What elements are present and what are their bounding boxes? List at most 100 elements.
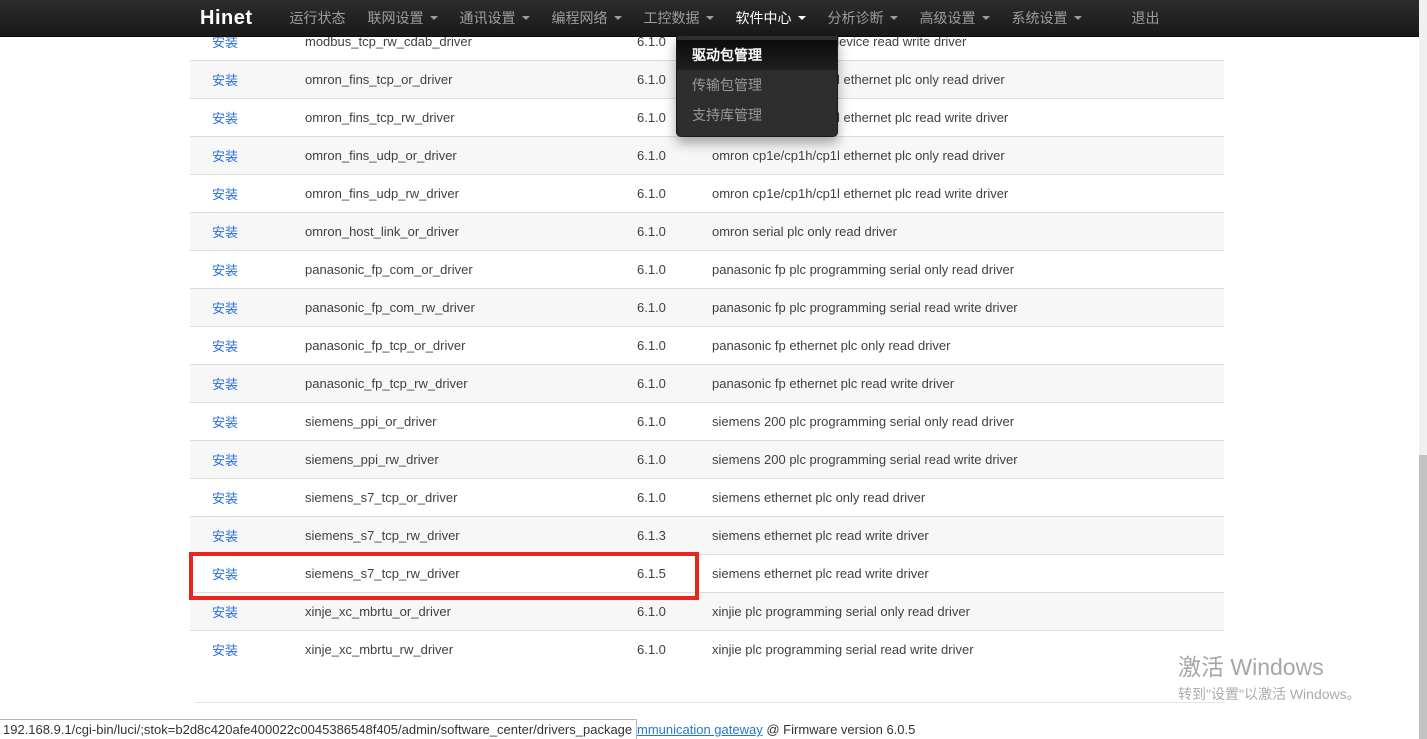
nav-item-logout[interactable]: 退出 (1121, 0, 1171, 36)
nav-item-industrial-data[interactable]: 工控数据 (633, 0, 725, 36)
driver-version: 6.1.0 (637, 452, 712, 467)
install-link[interactable]: 安装 (212, 529, 238, 544)
install-link[interactable]: 安装 (212, 225, 238, 240)
table-row: 安装 panasonic_fp_com_rw_driver 6.1.0 pana… (190, 288, 1224, 326)
nav-label-network-setup: 联网设置 (368, 8, 424, 28)
install-link[interactable]: 安装 (212, 263, 238, 278)
install-link[interactable]: 安装 (212, 301, 238, 316)
install-link[interactable]: 安装 (212, 491, 238, 506)
driver-name: xinje_xc_mbrtu_rw_driver (305, 642, 637, 657)
driver-version: 6.1.0 (637, 300, 712, 315)
chevron-down-icon (890, 16, 898, 20)
top-navbar: Hinet 运行状态 联网设置 通讯设置编程网络工控数据 软件中心 分析诊断 高级设置 系统… (0, 0, 1419, 37)
table-row: 安装 omron_fins_udp_rw_driver 6.1.0 omron … (190, 174, 1224, 212)
nav-label-advanced-settings: 高级设置 (920, 8, 976, 28)
chevron-down-icon (1074, 16, 1082, 20)
driver-version: 6.1.0 (637, 338, 712, 353)
driver-description: omron cp1e/cp1h/cp1l ethernet plc only r… (712, 148, 1224, 163)
install-link[interactable]: 安装 (212, 73, 238, 88)
driver-version: 6.1.0 (637, 262, 712, 277)
dropdown-item-driver-package[interactable]: 驱动包管理 (677, 40, 837, 70)
table-row: 安装 xinje_xc_mbrtu_rw_driver 6.1.0 xinjie… (190, 630, 1224, 668)
driver-name: xinje_xc_mbrtu_or_driver (305, 604, 637, 619)
install-link[interactable]: 安装 (212, 377, 238, 392)
table-row: 安装 xinje_xc_mbrtu_or_driver 6.1.0 xinjie… (190, 592, 1224, 630)
driver-description: siemens 200 plc programming serial read … (712, 452, 1224, 467)
driver-name: siemens_s7_tcp_rw_driver (305, 528, 637, 543)
driver-version: 6.1.0 (637, 186, 712, 201)
driver-version: 6.1.0 (637, 642, 712, 657)
install-link[interactable]: 安装 (212, 149, 238, 164)
nav-item-system-settings[interactable]: 系统设置 (1001, 0, 1093, 36)
driver-version: 6.1.0 (637, 148, 712, 163)
chevron-down-icon (798, 16, 806, 20)
driver-description: siemens 200 plc programming serial only … (712, 414, 1224, 429)
driver-name: omron_fins_udp_or_driver (305, 148, 637, 163)
install-link[interactable]: 安装 (212, 567, 238, 582)
page-footer: mmunication gateway @ Firmware version 6… (637, 722, 915, 737)
driver-version: 6.1.3 (637, 528, 712, 543)
nav-item-software-center[interactable]: 软件中心 (725, 0, 817, 36)
nav-item-comm-setup[interactable]: 通讯设置 (449, 0, 541, 36)
driver-description: panasonic fp plc programming serial read… (712, 300, 1224, 315)
firmware-version-text: @ Firmware version 6.0.5 (763, 722, 916, 737)
nav-item-run-status[interactable]: 运行状态 (279, 0, 357, 36)
main-menu: 运行状态 联网设置 通讯设置编程网络工控数据 软件中心 分析诊断 高级设置 系统设置 退出 (279, 0, 1171, 36)
nav-item-advanced-settings[interactable]: 高级设置 (909, 0, 1001, 36)
driver-description: siemens ethernet plc only read driver (712, 490, 1224, 505)
chevron-down-icon (430, 16, 438, 20)
dropdown-item-transfer-package[interactable]: 传输包管理 (677, 70, 837, 100)
install-link[interactable]: 安装 (212, 339, 238, 354)
driver-version: 6.1.0 (637, 414, 712, 429)
table-row: 安装 panasonic_fp_com_or_driver 6.1.0 pana… (190, 250, 1224, 288)
install-link[interactable]: 安装 (212, 111, 238, 126)
watermark-subtitle: 转到"设置"以激活 Windows。 (1178, 684, 1361, 704)
driver-name: panasonic_fp_tcp_rw_driver (305, 376, 637, 391)
nav-label-system-settings: 系统设置 (1012, 8, 1068, 28)
brand-logo[interactable]: Hinet (200, 7, 253, 30)
vertical-scrollbar (1419, 0, 1427, 739)
nav-item-programming-network[interactable]: 编程网络 (541, 0, 633, 36)
nav-item-network-setup[interactable]: 联网设置 (357, 0, 449, 36)
scrollbar-thumb[interactable] (1419, 455, 1427, 739)
chevron-down-icon (614, 16, 622, 20)
install-link[interactable]: 安装 (212, 187, 238, 202)
driver-name: omron_fins_tcp_or_driver (305, 72, 637, 87)
nav-label-logout: 退出 (1132, 8, 1160, 28)
nav-item-analysis-diagnosis[interactable]: 分析诊断 (817, 0, 909, 36)
chevron-down-icon (706, 16, 714, 20)
table-row: 安装 siemens_ppi_rw_driver 6.1.0 siemens 2… (190, 440, 1224, 478)
driver-name: panasonic_fp_tcp_or_driver (305, 338, 637, 353)
nav-label-analysis-diagnosis: 分析诊断 (828, 8, 884, 28)
table-row: 安装 omron_host_link_or_driver 6.1.0 omron… (190, 212, 1224, 250)
driver-name: omron_host_link_or_driver (305, 224, 637, 239)
driver-description: siemens ethernet plc read write driver (712, 528, 1224, 543)
table-row: 安装 panasonic_fp_tcp_or_driver 6.1.0 pana… (190, 326, 1224, 364)
driver-description: omron serial plc only read driver (712, 224, 1224, 239)
driver-description: xinjie plc programming serial read write… (712, 642, 1224, 657)
install-link[interactable]: 安装 (212, 415, 238, 430)
driver-description: xinjie plc programming serial only read … (712, 604, 1224, 619)
install-link[interactable]: 安装 (212, 605, 238, 620)
footer-divider (195, 702, 1225, 703)
driver-name: panasonic_fp_com_rw_driver (305, 300, 637, 315)
driver-description: panasonic fp ethernet plc read write dri… (712, 376, 1224, 391)
driver-version: 6.1.0 (637, 224, 712, 239)
driver-name: siemens_s7_tcp_or_driver (305, 490, 637, 505)
nav-label-run-status: 运行状态 (290, 8, 346, 28)
page: Hinet 运行状态 联网设置 通讯设置编程网络工控数据 软件中心 分析诊断 高级设置 系统… (0, 0, 1427, 739)
nav-label-industrial-data: 工控数据 (644, 8, 700, 28)
status-bar-url: 192.168.9.1/cgi-bin/luci/;stok=b2d8c420a… (0, 719, 637, 739)
dropdown-item-support-library[interactable]: 支持库管理 (677, 100, 837, 130)
nav-label-software-center: 软件中心 (736, 8, 792, 28)
table-row: 安装 siemens_s7_tcp_rw_driver 6.1.3 siemen… (190, 516, 1224, 554)
install-link[interactable]: 安装 (212, 453, 238, 468)
driver-version: 6.1.0 (637, 604, 712, 619)
install-link[interactable]: 安装 (212, 643, 238, 658)
driver-name: omron_fins_udp_rw_driver (305, 186, 637, 201)
table-row: 安装 siemens_s7_tcp_rw_driver 6.1.5 siemen… (190, 554, 1224, 592)
driver-description: omron cp1e/cp1h/cp1l ethernet plc read w… (712, 186, 1224, 201)
driver-version: 6.1.5 (637, 566, 712, 581)
driver-name: siemens_ppi_or_driver (305, 414, 637, 429)
gateway-link[interactable]: mmunication gateway (637, 722, 763, 737)
